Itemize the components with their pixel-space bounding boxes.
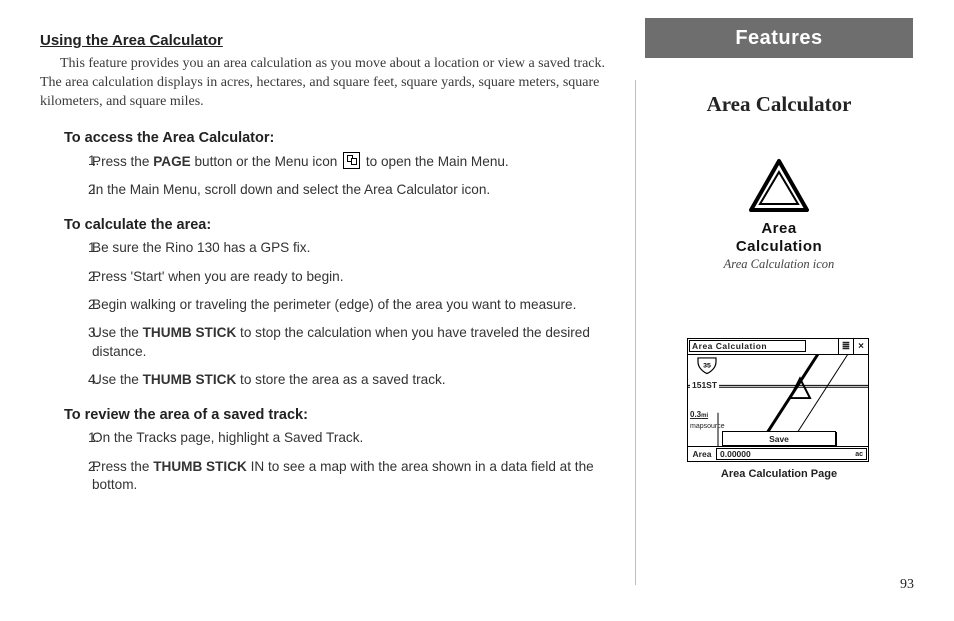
map-source-label: mapsource [690,423,725,430]
subhead-review: To review the area of a saved track: [64,407,615,423]
area-field-label: Area [688,447,716,461]
save-button: Save [722,431,836,446]
triangle-icon [747,158,811,214]
step: 1.Be sure the Rino 130 has a GPS fix. [88,235,615,263]
step-text: Begin walking or traveling the perimeter… [92,297,576,312]
step-text: to store the area as a saved track. [236,372,445,387]
steps-calculate: 1.Be sure the Rino 130 has a GPS fix. 2.… [64,235,615,395]
step-text: On the Tracks page, highlight a Saved Tr… [92,430,363,445]
step-number: 1. [88,429,110,447]
manual-page: Using the Area Calculator This feature p… [0,0,954,621]
screen-bottom-bar: Area 0.00000 ac [688,446,868,461]
screen-caption: Area Calculation Page [687,468,871,480]
step: 1. Press the PAGE button or the Menu ico… [88,148,615,177]
area-field: 0.00000 ac [716,448,867,460]
feature-title: Area Calculator [645,92,913,117]
section-title: Using the Area Calculator [40,32,615,49]
menu-icon [343,152,360,169]
intro-text: This feature provides you an area calcul… [40,56,605,109]
steps-access: 1. Press the PAGE button or the Menu ico… [64,148,615,206]
thumb-stick-label: THUMB STICK [143,325,237,340]
step: 2. In the Main Menu, scroll down and sel… [88,177,615,205]
icon-caption: Area Calculation icon [645,257,913,272]
svg-text:35: 35 [703,363,711,370]
step-number: 2. [88,268,110,286]
step-number: 3. [88,324,110,342]
column-divider [635,80,636,585]
step-number: 2. [88,296,110,314]
step: 1.On the Tracks page, highlight a Saved … [88,425,615,453]
step-text: to open the Main Menu. [362,154,509,169]
zoom-value: 0.3mi [690,410,708,419]
step-number: 2. [88,181,110,199]
page-button-label: PAGE [153,154,191,169]
area-calc-icon-block: Area Calculation Area Calculation icon [645,158,913,272]
menu-button-icon: ≣ [838,339,853,354]
thumb-stick-label: THUMB STICK [143,372,237,387]
step-text: Be sure the Rino 130 has a GPS fix. [92,240,310,255]
step: 2.Press the THUMB STICK IN to see a map … [88,454,615,501]
step: 4.Use the THUMB STICK to store the area … [88,367,615,395]
step-number: 2. [88,458,110,476]
device-screenshot-block: Area Calculation ≣ × [687,338,871,480]
steps-review: 1.On the Tracks page, highlight a Saved … [64,425,615,500]
icon-label-line2: Calculation [645,239,913,255]
area-value: 0.00000 [720,449,751,459]
step-number: 4. [88,371,110,389]
subhead-calculate: To calculate the area: [64,217,615,233]
section-tab: Features [645,18,913,58]
step-text: button or the Menu icon [191,154,341,169]
step-number: 1. [88,239,110,257]
icon-label-line1: Area [645,221,913,237]
step-text: Press 'Start' when you are ready to begi… [92,269,344,284]
step: 2.Begin walking or traveling the perimet… [88,292,615,320]
titlebar-spacer [806,339,838,354]
intro-paragraph: This feature provides you an area calcul… [40,55,615,112]
screen-titlebar: Area Calculation ≣ × [688,339,868,355]
device-screen: Area Calculation ≣ × [687,338,869,462]
close-button-icon: × [853,339,868,354]
subhead-access: To access the Area Calculator: [64,130,615,146]
step: 3.Use the THUMB STICK to stop the calcul… [88,320,615,367]
area-unit: ac [855,451,863,458]
step: 2.Press 'Start' when you are ready to be… [88,264,615,292]
content-column: Using the Area Calculator This feature p… [40,32,615,508]
page-number: 93 [900,577,914,593]
street-label: 151ST [690,379,719,391]
thumb-stick-label: THUMB STICK [153,459,247,474]
screen-title: Area Calculation [689,340,806,352]
step-number: 1. [88,152,110,170]
step-text: In the Main Menu, scroll down and select… [92,182,490,197]
